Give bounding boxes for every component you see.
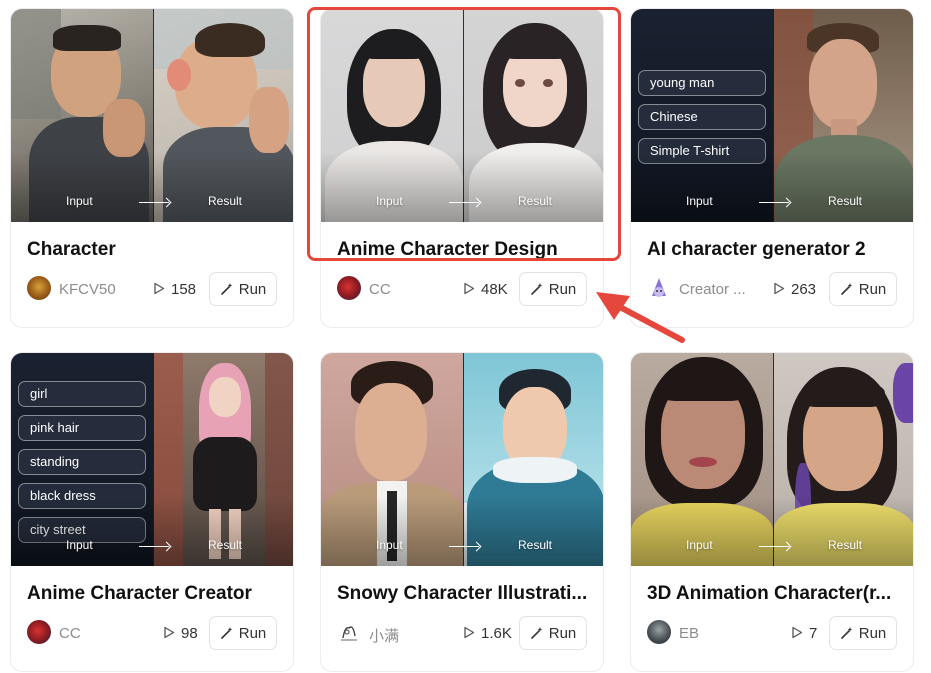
run-count: 158 xyxy=(153,281,196,298)
card-preview[interactable]: Input Result xyxy=(11,9,293,222)
arrow-pointer-icon xyxy=(596,292,685,343)
card-preview[interactable]: Input Result xyxy=(321,353,603,566)
card-meta: CC 98 Run xyxy=(27,616,277,650)
sketch-avatar[interactable] xyxy=(337,620,361,644)
play-icon xyxy=(792,626,803,639)
run-button-label: Run xyxy=(238,624,267,642)
run-button-label: Run xyxy=(858,624,887,642)
card-meta: KFCV50 158 Run xyxy=(27,272,277,306)
card-3d-animation-character[interactable]: Input Result 3D Animation Character(r...… xyxy=(630,352,914,672)
card-preview[interactable]: Input Result xyxy=(631,353,913,566)
run-count: 263 xyxy=(773,281,816,298)
play-icon xyxy=(164,626,175,639)
run-button[interactable]: Run xyxy=(209,272,277,306)
card-snowy-character-illustration[interactable]: Input Result Snowy Character Illustrati.… xyxy=(320,352,604,672)
input-label: Input xyxy=(686,194,713,208)
run-count: 98 xyxy=(163,625,198,642)
card-title[interactable]: Snowy Character Illustrati... xyxy=(337,583,593,605)
author-name[interactable]: CC xyxy=(59,625,81,642)
run-button[interactable]: Run xyxy=(829,616,897,650)
result-label: Result xyxy=(828,538,863,552)
author-name[interactable]: 小满 xyxy=(369,625,399,646)
prompt-chip: standing xyxy=(18,449,146,475)
run-count: 1.6K xyxy=(463,625,512,642)
result-label: Result xyxy=(828,194,863,208)
avatar[interactable] xyxy=(337,276,361,300)
magic-wand-icon xyxy=(840,627,853,639)
prompt-chip: pink hair xyxy=(18,415,146,441)
run-count-value: 7 xyxy=(809,625,818,642)
arrow-right-icon xyxy=(139,546,169,547)
run-count: 48K xyxy=(463,281,508,298)
magic-wand-icon xyxy=(530,283,543,295)
card-title[interactable]: Character xyxy=(27,239,283,261)
arrow-right-icon xyxy=(759,546,789,547)
prompt-chip: girl xyxy=(18,381,146,407)
author-name[interactable]: KFCV50 xyxy=(59,281,116,298)
card-preview[interactable]: girlpink hairstandingblack dresscity str… xyxy=(11,353,293,566)
card-meta: 小满 1.6K Run xyxy=(337,616,587,650)
input-label: Input xyxy=(66,538,93,552)
run-button-label: Run xyxy=(858,280,887,298)
card-ai-character-generator-2[interactable]: young man Chinese Simple T-shirt Input Res… xyxy=(630,8,914,328)
input-label: Input xyxy=(686,538,713,552)
author-name[interactable]: CC xyxy=(369,281,391,298)
magic-wand-icon xyxy=(220,627,233,639)
run-count-value: 98 xyxy=(181,625,198,642)
input-label: Input xyxy=(66,194,93,208)
avatar[interactable] xyxy=(27,276,51,300)
result-label: Result xyxy=(208,194,243,208)
result-label: Result xyxy=(208,538,243,552)
run-count: 7 xyxy=(791,625,817,642)
card-meta: CC 48K Run xyxy=(337,272,587,306)
result-label: Result xyxy=(518,538,553,552)
arrow-right-icon xyxy=(139,202,169,203)
highlight-box xyxy=(307,7,621,261)
author-name[interactable]: EB xyxy=(679,625,699,642)
card-title[interactable]: 3D Animation Character(r... xyxy=(647,583,903,605)
run-count-value: 158 xyxy=(171,281,197,298)
arrow-right-icon xyxy=(449,546,479,547)
run-button[interactable]: Run xyxy=(829,272,897,306)
prompt-chip: Chinese xyxy=(638,104,766,130)
run-button[interactable]: Run xyxy=(519,616,587,650)
card-character[interactable]: Input Result Character KFCV50 158 Run xyxy=(10,8,294,328)
avatar[interactable] xyxy=(647,620,671,644)
play-icon xyxy=(464,626,475,639)
magic-wand-icon xyxy=(840,283,853,295)
input-label: Input xyxy=(376,538,403,552)
run-button-label: Run xyxy=(548,280,577,298)
card-title[interactable]: AI character generator 2 xyxy=(647,239,903,261)
run-button-label: Run xyxy=(238,280,267,298)
avatar[interactable] xyxy=(27,620,51,644)
run-count-value: 1.6K xyxy=(481,625,512,642)
card-meta: EB 7 Run xyxy=(647,616,897,650)
run-button[interactable]: Run xyxy=(519,272,587,306)
magic-wand-icon xyxy=(220,283,233,295)
card-anime-character-creator[interactable]: girlpink hairstandingblack dresscity str… xyxy=(10,352,294,672)
play-icon xyxy=(464,282,475,295)
run-count-value: 263 xyxy=(791,281,817,298)
card-title[interactable]: Anime Character Creator xyxy=(27,583,283,605)
play-icon xyxy=(774,282,785,295)
play-icon xyxy=(154,282,165,295)
arrow-right-icon xyxy=(759,202,789,203)
magic-wand-icon xyxy=(530,627,543,639)
run-button[interactable]: Run xyxy=(209,616,277,650)
run-button-label: Run xyxy=(548,624,577,642)
card-preview[interactable]: young man Chinese Simple T-shirt Input Res… xyxy=(631,9,913,222)
prompt-chip: young man xyxy=(638,70,766,96)
run-count-value: 48K xyxy=(481,281,508,298)
